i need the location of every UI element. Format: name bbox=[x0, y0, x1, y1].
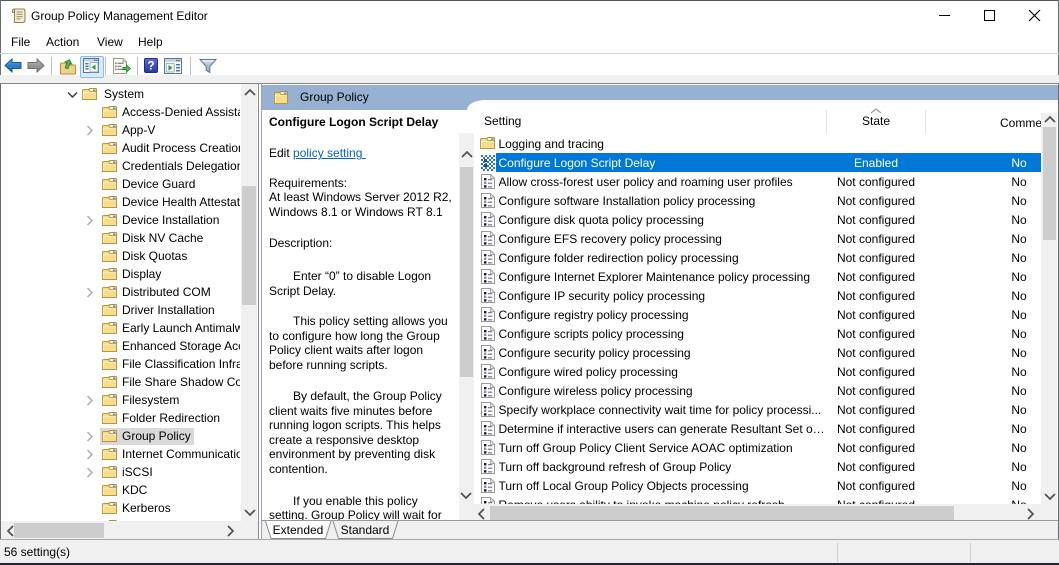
svg-text:Extended: Extended bbox=[273, 523, 324, 537]
svg-text:Standard: Standard bbox=[341, 523, 390, 537]
svg-text:?: ? bbox=[147, 61, 154, 73]
